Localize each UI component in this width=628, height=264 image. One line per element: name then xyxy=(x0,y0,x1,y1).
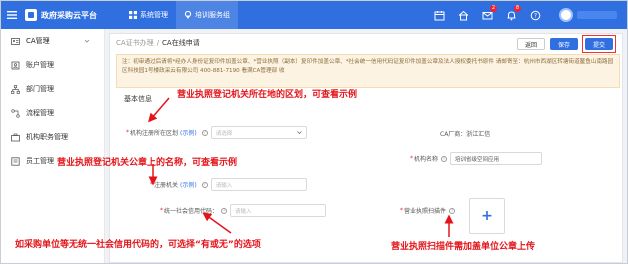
credit-code-input[interactable]: 请输入 xyxy=(230,204,327,217)
flow-icon xyxy=(11,108,20,118)
top-nav: 系统管理 培训服务组 xyxy=(121,1,238,29)
header-tools: 2 8 ? xyxy=(427,1,617,29)
ca-vendor-row: CA厂商： 浙江汇信 xyxy=(440,129,490,138)
user-icon xyxy=(11,61,20,69)
help-icon[interactable]: ? xyxy=(449,207,456,214)
app-logo[interactable]: 政府采购云平台 xyxy=(25,9,97,21)
credit-code-label: 统一社会信用代码： xyxy=(164,208,219,215)
credit-code-placeholder: 请输入 xyxy=(235,208,252,215)
sidebar-item-label: 流程管理 xyxy=(26,109,54,117)
annotation-license-scan: 营业执照扫描件需加盖单位公章上传 xyxy=(391,242,536,252)
ca-vendor-value: 浙江汇信 xyxy=(466,131,491,138)
main-panel: CA证书办理 / CA在线申请 返回 保存 提交 注：初审通过后请将*经办人身份… xyxy=(109,33,623,263)
topnav-label: 系统管理 xyxy=(140,11,168,19)
org-name-row: * 机构名称 ? 培训省级空间应用 xyxy=(410,152,543,165)
submit-button[interactable]: 提交 xyxy=(584,38,613,50)
chevron-down-icon xyxy=(296,131,302,134)
sidebar-item-label: 机构职务管理 xyxy=(26,133,68,141)
authority-input[interactable]: 请输入 xyxy=(210,178,307,191)
license-scan-row: * 营业执照扫描件 ? xyxy=(400,206,458,215)
location-pin-icon xyxy=(184,11,192,19)
sidebar-item-label: 部门管理 xyxy=(26,85,54,93)
required-mark: * xyxy=(400,207,403,214)
authority-label: 注册机关 xyxy=(154,182,179,189)
breadcrumb-current: CA在线申请 xyxy=(162,39,200,47)
required-mark: * xyxy=(160,207,163,214)
region-field-row: * 机构注册所在区划 (示例) ? 请选择 xyxy=(126,126,307,139)
license-upload-button[interactable]: + xyxy=(469,198,505,234)
org-name-value: 培训省级空间应用 xyxy=(455,156,500,163)
screen: 政府采购云平台 系统管理 培训服务组 2 8 ? CA管理 账户管理 部门管理 … xyxy=(0,0,628,264)
notification-button[interactable]: 8 xyxy=(499,1,523,29)
notification-badge: 8 xyxy=(513,5,521,12)
topnav-label: 培训服务组 xyxy=(195,11,230,19)
sidebar: CA管理 账户管理 部门管理 流程管理 机构职务管理 员工管理 xyxy=(1,29,105,263)
people-icon xyxy=(11,156,20,166)
chevron-down-icon xyxy=(84,39,90,43)
region-select[interactable]: 请选择 xyxy=(210,126,307,139)
credit-code-row: * 统一社会信用代码： ? 请输入 xyxy=(160,204,327,217)
mail-button[interactable]: 2 xyxy=(475,1,499,29)
help-icon: ? xyxy=(530,10,540,20)
license-scan-label: 营业执照扫描件 xyxy=(404,208,447,215)
required-mark: * xyxy=(150,181,153,188)
calendar-button[interactable] xyxy=(427,1,451,29)
sidebar-item-account-management[interactable]: 账户管理 xyxy=(1,53,104,77)
authority-example-link[interactable]: (示例) xyxy=(180,180,197,189)
annotation-region: 营业执照登记机关所在地的区划，可查看示例 xyxy=(177,90,358,100)
authority-field-row: * 注册机关 (示例) ? 请输入 xyxy=(150,178,307,191)
id-card-icon xyxy=(11,37,20,45)
org-icon xyxy=(11,84,20,94)
grid-icon xyxy=(129,11,137,19)
help-icon[interactable]: ? xyxy=(441,155,448,162)
mail-badge: 2 xyxy=(489,5,497,12)
authority-placeholder: 请输入 xyxy=(215,182,233,189)
sidebar-item-department-management[interactable]: 部门管理 xyxy=(1,77,104,101)
action-bar: 返回 保存 提交 xyxy=(512,35,616,53)
help-icon[interactable]: ? xyxy=(221,207,228,214)
region-label: 机构注册所在区划 xyxy=(130,130,179,137)
breadcrumb-parent[interactable]: CA证书办理 xyxy=(116,38,154,48)
user-name-redacted[interactable] xyxy=(577,11,617,19)
required-mark: * xyxy=(126,129,129,136)
org-name-label: 机构名称 xyxy=(414,156,439,163)
home-button[interactable] xyxy=(451,1,475,29)
sidebar-item-label: 员工管理 xyxy=(26,157,54,165)
return-button[interactable]: 返回 xyxy=(516,38,545,50)
sidebar-item-label: 账户管理 xyxy=(26,61,54,69)
sidebar-item-position-management[interactable]: 机构职务管理 xyxy=(1,125,104,149)
topnav-system-management[interactable]: 系统管理 xyxy=(121,1,176,29)
notice-banner: 注：初审通过后请将*经办人身份证复印件加盖公章、*营业执照（副本）复印件加盖公章… xyxy=(116,54,620,88)
ca-vendor-label: CA厂商： xyxy=(440,131,467,138)
app-name: 政府采购云平台 xyxy=(41,10,97,20)
svg-text:?: ? xyxy=(533,12,536,19)
logo-icon xyxy=(25,9,37,21)
required-mark: * xyxy=(410,155,413,162)
region-placeholder: 请选择 xyxy=(215,130,233,137)
annotation-authority: 营业执照登记机关公章上的名称，可查看示例 xyxy=(57,158,238,168)
sidebar-item-ca-management[interactable]: CA管理 xyxy=(1,29,104,53)
calendar-icon xyxy=(434,10,444,20)
plus-icon: + xyxy=(481,208,493,224)
topnav-training-group[interactable]: 培训服务组 xyxy=(176,1,238,29)
save-button[interactable]: 保存 xyxy=(549,38,578,50)
home-icon xyxy=(458,10,468,20)
help-icon[interactable]: ? xyxy=(201,181,208,188)
help-button[interactable]: ? xyxy=(523,1,547,29)
avatar[interactable] xyxy=(559,8,573,22)
briefcase-icon xyxy=(11,133,20,141)
submit-highlight-box: 提交 xyxy=(581,35,616,53)
org-name-input[interactable]: 培训省级空间应用 xyxy=(450,152,543,165)
sidebar-item-label: CA管理 xyxy=(26,37,50,45)
annotation-credit-code: 如采购单位等无统一社会信用代码的，可选择“有或无”的选项 xyxy=(15,240,261,250)
sidebar-item-process-management[interactable]: 流程管理 xyxy=(1,101,104,125)
menu-toggle-icon[interactable] xyxy=(1,10,23,20)
region-example-link[interactable]: (示例) xyxy=(180,128,197,137)
section-title-basic-info: 基本信息 xyxy=(124,95,152,103)
help-icon[interactable]: ? xyxy=(201,129,208,136)
breadcrumb-separator: / xyxy=(156,39,160,47)
top-bar: 政府采购云平台 系统管理 培训服务组 2 8 ? xyxy=(1,1,627,29)
